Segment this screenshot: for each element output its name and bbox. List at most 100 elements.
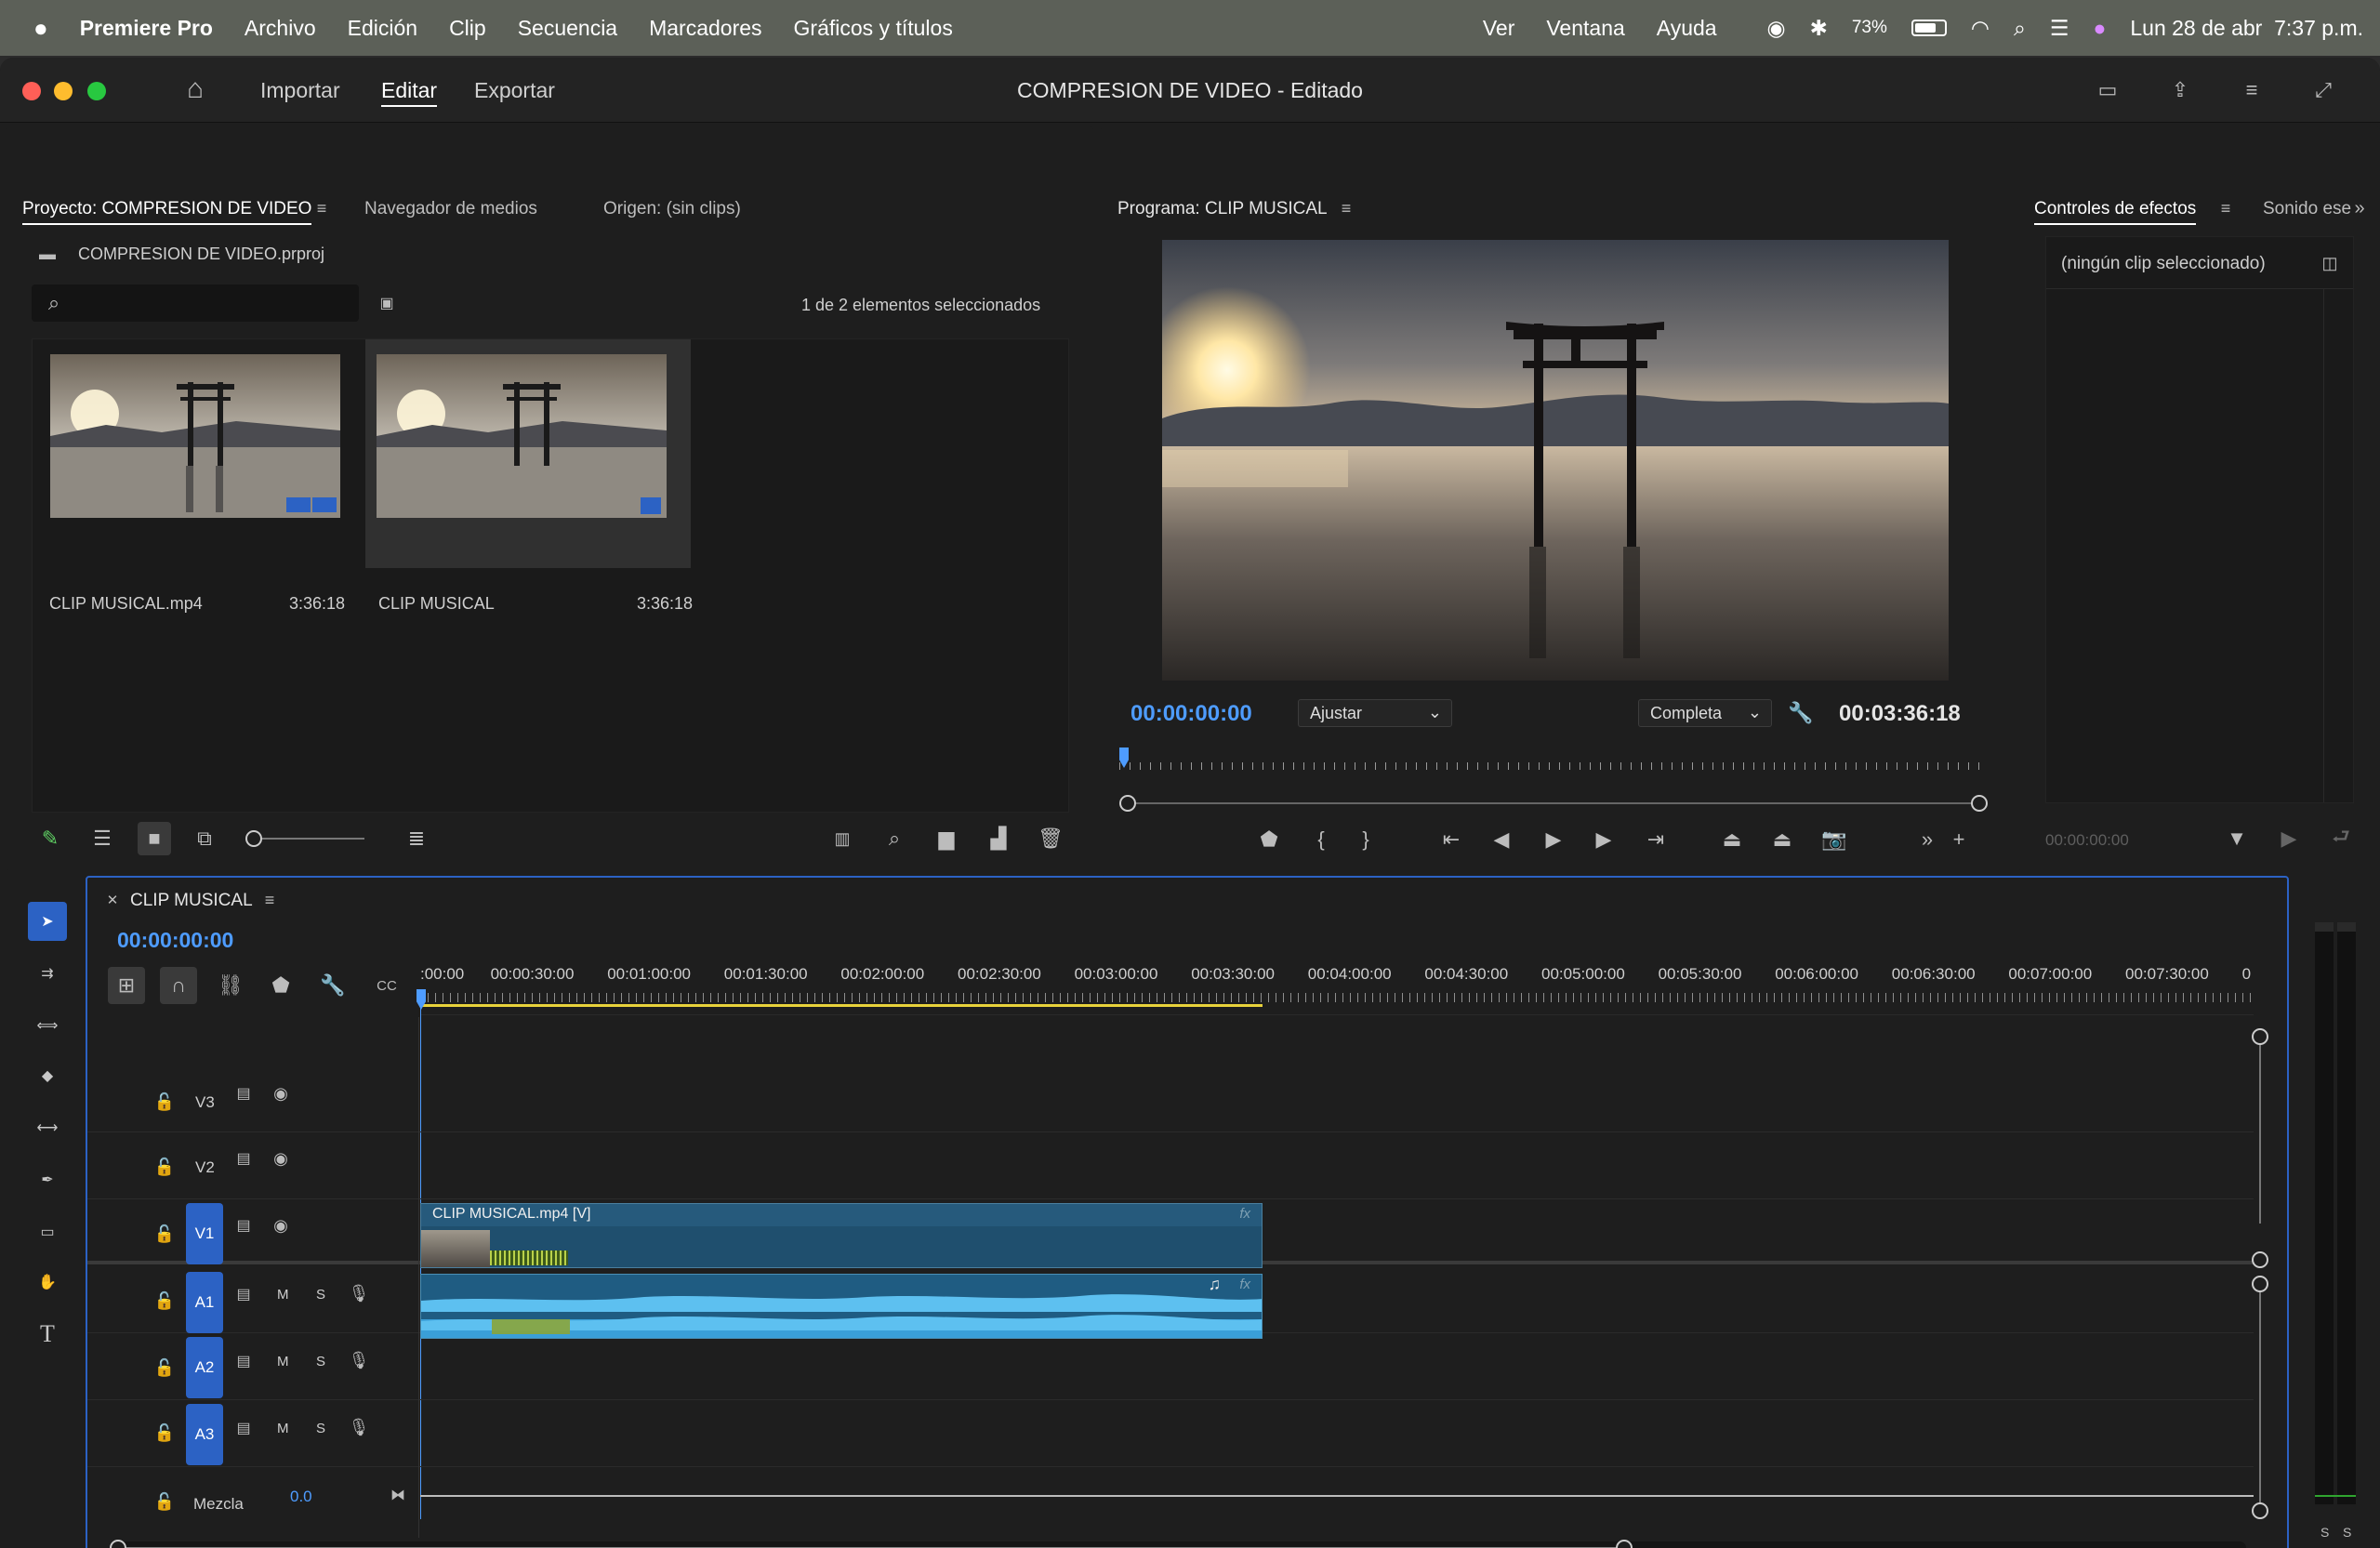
timeline-settings-icon[interactable]: 🔧: [314, 967, 351, 1004]
scroll-start-handle[interactable]: [1119, 795, 1136, 812]
menu-clock[interactable]: Lun 28 de abr 7:37 p.m.: [2130, 16, 2363, 41]
scroll-handle[interactable]: [2252, 1502, 2268, 1519]
mute-button[interactable]: M: [277, 1421, 289, 1436]
lock-icon[interactable]: 🔓: [154, 1222, 175, 1246]
menu-app-name[interactable]: Premiere Pro: [80, 16, 213, 41]
button-editor-icon[interactable]: +: [1945, 826, 1973, 853]
new-bin-icon[interactable]: ▆: [932, 824, 961, 853]
scroll-handle[interactable]: [2252, 1028, 2268, 1045]
program-quality-dropdown[interactable]: Completa ⌄: [1638, 699, 1772, 727]
menu-marcadores[interactable]: Marcadores: [649, 16, 761, 41]
list-view-icon[interactable]: ☰: [87, 824, 117, 853]
zoom-slider-handle[interactable]: [245, 830, 262, 847]
program-zoom-dropdown[interactable]: Ajustar ⌄: [1298, 699, 1452, 727]
microphone-icon[interactable]: 🎙: [348, 1348, 370, 1372]
battery-icon[interactable]: [1911, 20, 1947, 36]
lift-icon[interactable]: ⏏: [1718, 826, 1746, 853]
mix-volume-line[interactable]: [420, 1495, 2254, 1497]
lock-icon[interactable]: 🔓: [154, 1155, 175, 1179]
play-icon[interactable]: ▶: [1540, 826, 1567, 853]
play-audio-icon[interactable]: ▶: [2274, 824, 2304, 853]
tab-project[interactable]: Proyecto: COMPRESION DE VIDEO: [22, 199, 312, 225]
settings-wrench-icon[interactable]: 🔧: [1787, 699, 1815, 727]
freeform-view-icon[interactable]: ⧉: [190, 824, 219, 853]
sync-lock-icon[interactable]: ▤: [232, 1417, 255, 1439]
sync-lock-icon[interactable]: ▤: [232, 1283, 255, 1305]
go-to-in-icon[interactable]: ⇤: [1437, 826, 1465, 853]
rectangle-tool-icon[interactable]: ▭: [28, 1212, 67, 1251]
project-item[interactable]: CLIP MUSICAL.mp4 3:36:18: [33, 339, 354, 613]
menu-graficos[interactable]: Gráficos y títulos: [794, 16, 953, 41]
track-target-a3[interactable]: A3: [186, 1404, 223, 1465]
project-item-selected[interactable]: CLIP MUSICAL 3:36:18: [365, 339, 693, 613]
menu-ver[interactable]: Ver: [1483, 16, 1515, 41]
more-controls-icon[interactable]: »: [1913, 826, 1941, 853]
pencil-icon[interactable]: ✎: [35, 824, 65, 853]
loop-icon[interactable]: ⮐: [2326, 824, 2356, 853]
apple-icon[interactable]: ●: [33, 14, 48, 43]
razor-tool-icon[interactable]: ◆: [28, 1056, 67, 1095]
slip-tool-icon[interactable]: ⟷: [28, 1108, 67, 1147]
vertical-scrollbar-bottom[interactable]: [2259, 1287, 2261, 1510]
spotlight-icon[interactable]: ⌕: [2014, 16, 2026, 41]
mix-end-icon[interactable]: ⧓: [387, 1484, 409, 1506]
lock-icon[interactable]: 🔓: [154, 1289, 175, 1313]
sequence-menu-icon[interactable]: ≡: [258, 887, 281, 913]
share-icon[interactable]: ⇪: [2164, 74, 2196, 106]
sync-lock-icon[interactable]: ▤: [232, 1082, 255, 1105]
video-clip[interactable]: CLIP MUSICAL.mp4 [V] fx: [420, 1203, 1263, 1268]
icon-view-icon[interactable]: ■: [138, 822, 171, 855]
go-to-out-icon[interactable]: ⇥: [1642, 826, 1670, 853]
track-target-v1[interactable]: V1: [186, 1203, 223, 1264]
trash-icon[interactable]: 🗑: [1036, 824, 1065, 853]
new-search-bin-icon[interactable]: ▣: [374, 292, 400, 314]
program-scroll-bar[interactable]: [1127, 802, 1975, 804]
captions-icon[interactable]: CC: [368, 967, 405, 1004]
panels-layout-icon[interactable]: ▭: [2092, 74, 2123, 106]
tab-sequence[interactable]: CLIP MUSICAL: [130, 891, 253, 911]
tab-media-browser[interactable]: Navegador de medios: [364, 199, 537, 219]
menu-archivo[interactable]: Archivo: [245, 16, 316, 41]
solo-right-button[interactable]: S: [2343, 1525, 2351, 1540]
insert-sequence-icon[interactable]: ⊞: [108, 967, 145, 1004]
scroll-handle[interactable]: [2252, 1251, 2268, 1268]
siri-icon[interactable]: ●: [2093, 16, 2106, 41]
linked-selection-icon[interactable]: ⛓: [212, 967, 249, 1004]
tab-source[interactable]: Origen: (sin clips): [603, 199, 741, 219]
mix-volume-value[interactable]: 0.0: [290, 1488, 312, 1506]
export-frame-icon[interactable]: 📷: [1820, 826, 1848, 853]
lock-icon[interactable]: 🔓: [154, 1489, 175, 1514]
menu-clip[interactable]: Clip: [449, 16, 486, 41]
fx-badge[interactable]: fx: [1239, 1277, 1250, 1292]
fx-badge[interactable]: fx: [1239, 1206, 1250, 1222]
step-back-icon[interactable]: ◀: [1488, 826, 1515, 853]
search-input[interactable]: [32, 284, 359, 322]
sync-lock-icon[interactable]: ▤: [232, 1214, 255, 1237]
menu-edicion[interactable]: Edición: [348, 16, 417, 41]
audio-clip[interactable]: ♫ fx: [420, 1274, 1263, 1339]
play-status-icon[interactable]: ◉: [1766, 16, 1785, 41]
scroll-handle[interactable]: [2252, 1276, 2268, 1292]
microphone-icon[interactable]: 🎙: [348, 1415, 370, 1439]
time-ruler[interactable]: :00:00 00:00:30:00 00:01:00:00 00:01:30:00 0…: [416, 961, 2254, 1015]
hand-tool-icon[interactable]: ✋: [28, 1263, 67, 1302]
scroll-end-handle[interactable]: [1971, 795, 1988, 812]
type-tool-icon[interactable]: T: [28, 1315, 67, 1354]
collapse-timeline-icon[interactable]: ◫: [2316, 250, 2344, 276]
eye-icon[interactable]: ◉: [270, 1082, 292, 1105]
find-icon[interactable]: ⌕: [879, 824, 909, 853]
program-panel-menu-icon[interactable]: ≡: [1335, 195, 1357, 221]
project-panel-menu-icon[interactable]: ≡: [311, 195, 333, 221]
lock-icon[interactable]: 🔓: [154, 1421, 175, 1445]
ripple-edit-tool-icon[interactable]: ⟺: [28, 1006, 67, 1045]
mark-in-icon[interactable]: {: [1307, 826, 1335, 853]
tab-essential-sound[interactable]: Sonido ese: [2263, 199, 2351, 219]
solo-button[interactable]: S: [316, 1421, 325, 1436]
mute-button[interactable]: M: [277, 1354, 289, 1369]
bluetooth-icon[interactable]: ✱: [1810, 16, 1828, 41]
fullscreen-icon[interactable]: ⤢: [2307, 74, 2339, 106]
track-target-a2[interactable]: A2: [186, 1337, 223, 1398]
sync-lock-icon[interactable]: ▤: [232, 1147, 255, 1170]
add-marker-icon[interactable]: ⬟: [262, 967, 299, 1004]
menu-ayuda[interactable]: Ayuda: [1657, 16, 1717, 41]
